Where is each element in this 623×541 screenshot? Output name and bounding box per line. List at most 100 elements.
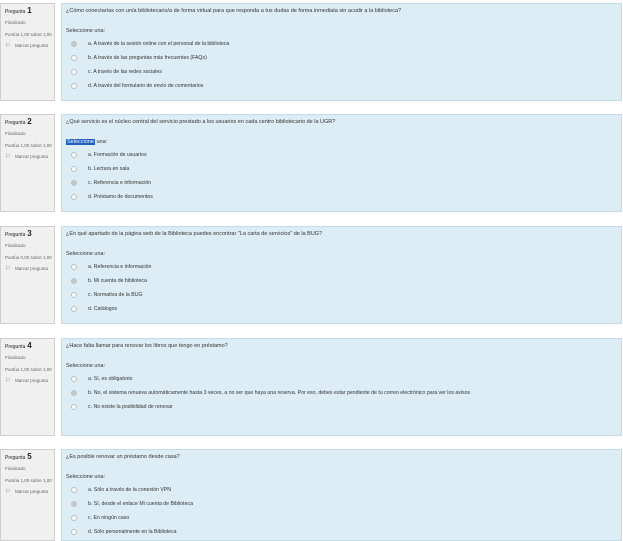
question-1: Pregunta 1 Finalizado Puntúa 1,00 sobre 1… xyxy=(0,3,623,101)
question-number: 2 xyxy=(27,117,32,126)
flag-label: Marcar pregunta xyxy=(15,266,49,271)
question-state: Finalizado xyxy=(5,131,26,136)
question-state: Finalizado xyxy=(5,355,26,360)
option-label: d. Catálogos xyxy=(88,306,118,312)
question-content: ¿En qué apartado de la página web de la … xyxy=(61,226,622,324)
radio-button[interactable] xyxy=(71,55,77,61)
option-label: a. Referencia e información xyxy=(88,264,152,270)
option-label: d. Préstamo de documentos xyxy=(88,194,153,200)
radio-button[interactable] xyxy=(71,264,77,270)
radio-button[interactable] xyxy=(71,180,77,186)
question-number: 5 xyxy=(27,452,32,461)
option-label: b. A través de las preguntas más frecuen… xyxy=(88,55,207,61)
answer-option-d[interactable]: d. A través del formulario de envío de c… xyxy=(66,79,621,93)
question-4: Pregunta 4 Finalizado Puntúa 1,00 sobre 1… xyxy=(0,338,623,436)
radio-button[interactable] xyxy=(71,515,77,521)
question-grade: Puntúa 1,00 sobre 1,00 xyxy=(5,367,52,372)
radio-button[interactable] xyxy=(71,390,77,396)
option-label: b. No, el sistema renueva automáticament… xyxy=(88,390,471,396)
flag-question-link[interactable]: ⚐ Marcar pregunta xyxy=(5,489,54,495)
question-text: ¿Es posible renovar un préstamo desde ca… xyxy=(66,454,180,460)
flag-icon: ⚐ xyxy=(5,378,11,384)
answer-option-c[interactable]: c. No existe la posibilidad de renovar xyxy=(66,400,621,414)
option-label: a. Sí, es obligatorio xyxy=(88,376,133,382)
option-label: a. Sólo a través de la conexión VPN xyxy=(88,487,172,493)
question-info: Pregunta 3 Finalizado Puntúa 0,00 sobre 1… xyxy=(0,226,55,324)
answer-option-c[interactable]: c. A través de las redes sociales xyxy=(66,65,621,79)
radio-button[interactable] xyxy=(71,69,77,75)
option-label: d. A través del formulario de envío de c… xyxy=(88,83,204,89)
question-text: ¿Cómo conectarías con un/a bibliotecario… xyxy=(66,8,402,14)
answer-option-b[interactable]: b. A través de las preguntas más frecuen… xyxy=(66,51,621,65)
option-label: c. Referencia e información xyxy=(88,180,152,186)
flag-label: Marcar pregunta xyxy=(15,489,49,494)
radio-button[interactable] xyxy=(71,166,77,172)
answer-option-a[interactable]: a. Referencia e información xyxy=(66,260,621,274)
option-label: b. Sí, desde el enlace Mi cuenta de Bibl… xyxy=(88,501,193,507)
question-state: Finalizado xyxy=(5,20,26,25)
flag-icon: ⚐ xyxy=(5,154,11,160)
radio-button[interactable] xyxy=(71,194,77,200)
question-number: 4 xyxy=(27,341,32,350)
answer-option-a[interactable]: a. A través de la sesión online con el p… xyxy=(66,37,621,51)
radio-button[interactable] xyxy=(71,501,77,507)
question-title: Pregunta 2 xyxy=(5,117,32,127)
answer-option-b[interactable]: b. Mi cuenta de biblioteca xyxy=(66,274,621,288)
answer-prompt: Seleccione una: xyxy=(66,139,108,145)
question-number: 1 xyxy=(27,6,32,15)
radio-button[interactable] xyxy=(71,306,77,312)
question-grade: Puntúa 1,00 sobre 1,00 xyxy=(5,478,52,483)
answer-option-a[interactable]: a. Formación de usuarios xyxy=(66,148,621,162)
question-number: 3 xyxy=(27,229,32,238)
question-content: ¿Qué servicio es el núcleo central del s… xyxy=(61,114,622,212)
question-text: ¿En qué apartado de la página web de la … xyxy=(66,231,323,237)
flag-question-link[interactable]: ⚐ Marcar pregunta xyxy=(5,378,54,384)
answer-option-c[interactable]: c. Normativa de la BUG xyxy=(66,288,621,302)
answer-option-a[interactable]: a. Sólo a través de la conexión VPN xyxy=(66,483,621,497)
question-info: Pregunta 1 Finalizado Puntúa 1,00 sobre 1… xyxy=(0,3,55,101)
answer-option-a[interactable]: a. Sí, es obligatorio xyxy=(66,372,621,386)
radio-button[interactable] xyxy=(71,83,77,89)
radio-button[interactable] xyxy=(71,529,77,535)
radio-button[interactable] xyxy=(71,292,77,298)
question-title: Pregunta 1 xyxy=(5,6,32,16)
answer-options: a. A través de la sesión online con el p… xyxy=(66,37,621,93)
question-title: Pregunta 4 xyxy=(5,341,32,351)
question-title: Pregunta 5 xyxy=(5,452,32,462)
option-label: c. Normativa de la BUG xyxy=(88,292,143,298)
option-label: c. A través de las redes sociales xyxy=(88,69,162,75)
flag-question-link[interactable]: ⚐ Marcar pregunta xyxy=(5,266,54,272)
question-2: Pregunta 2 Finalizado Puntúa 1,00 sobre 1… xyxy=(0,114,623,212)
radio-button[interactable] xyxy=(71,487,77,493)
radio-button[interactable] xyxy=(71,404,77,410)
question-info: Pregunta 2 Finalizado Puntúa 1,00 sobre 1… xyxy=(0,114,55,212)
radio-button[interactable] xyxy=(71,152,77,158)
question-text: ¿Hace falta llamar para renovar los libr… xyxy=(66,343,228,349)
answer-options: a. Formación de usuarios b. Lectura en s… xyxy=(66,148,621,204)
flag-icon: ⚐ xyxy=(5,43,11,49)
answer-option-d[interactable]: d. Sólo personalmente en la Biblioteca xyxy=(66,525,621,539)
answer-option-b[interactable]: b. Sí, desde el enlace Mi cuenta de Bibl… xyxy=(66,497,621,511)
question-5: Pregunta 5 Finalizado Puntúa 1,00 sobre 1… xyxy=(0,449,623,541)
option-label: d. Sólo personalmente en la Biblioteca xyxy=(88,529,177,535)
flag-icon: ⚐ xyxy=(5,489,11,495)
radio-button[interactable] xyxy=(71,376,77,382)
flag-label: Marcar pregunta xyxy=(15,378,49,383)
question-title: Pregunta 3 xyxy=(5,229,32,239)
answer-options: a. Referencia e información b. Mi cuenta… xyxy=(66,260,621,316)
flag-label: Marcar pregunta xyxy=(15,154,49,159)
answer-option-c[interactable]: c. En ningún caso xyxy=(66,511,621,525)
answer-options: a. Sólo a través de la conexión VPN b. S… xyxy=(66,483,621,539)
answer-option-d[interactable]: d. Préstamo de documentos xyxy=(66,190,621,204)
radio-button[interactable] xyxy=(71,278,77,284)
answer-option-d[interactable]: d. Catálogos xyxy=(66,302,621,316)
flag-question-link[interactable]: ⚐ Marcar pregunta xyxy=(5,43,54,49)
answer-option-c[interactable]: c. Referencia e información xyxy=(66,176,621,190)
answer-prompt: Seleccione una: xyxy=(66,251,106,257)
question-content: ¿Cómo conectarías con un/a bibliotecario… xyxy=(61,3,622,101)
option-label: c. No existe la posibilidad de renovar xyxy=(88,404,173,410)
flag-question-link[interactable]: ⚐ Marcar pregunta xyxy=(5,154,54,160)
answer-option-b[interactable]: b. Lectura en sala xyxy=(66,162,621,176)
answer-option-b[interactable]: b. No, el sistema renueva automáticament… xyxy=(66,386,621,400)
radio-button[interactable] xyxy=(71,41,77,47)
